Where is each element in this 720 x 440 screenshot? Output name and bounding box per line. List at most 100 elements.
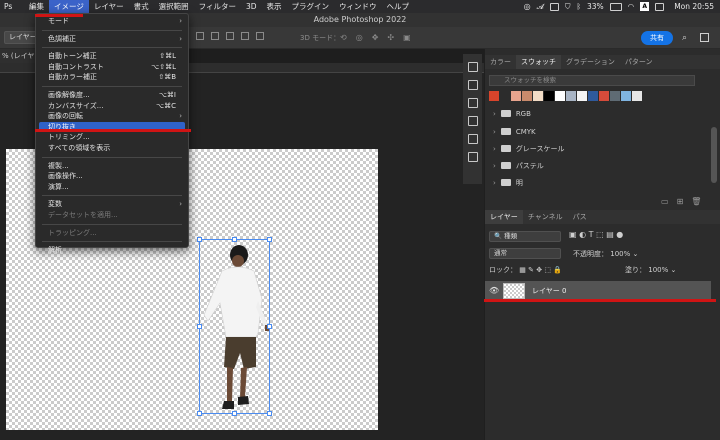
trash-icon[interactable]: 🗑 xyxy=(691,197,701,206)
tab-gradients[interactable]: グラデーション xyxy=(561,55,620,69)
user-avatar-icon[interactable]: A xyxy=(640,2,650,11)
lock-brush-icon[interactable]: ✎ xyxy=(528,266,534,274)
chevron-down-icon[interactable]: ⌄ xyxy=(670,266,676,274)
battery-icon[interactable] xyxy=(609,2,622,11)
transform-bounding-box[interactable] xyxy=(197,237,272,416)
menu-item-canvas-size[interactable]: カンバスサイズ... ⌥⌘C xyxy=(36,101,188,112)
workspace-icon[interactable] xyxy=(700,33,709,42)
lock-move-icon[interactable]: ✥ xyxy=(536,266,542,274)
control-center-icon[interactable] xyxy=(655,2,665,11)
color-swatch[interactable] xyxy=(621,91,631,101)
font-icon[interactable]: 𝓐 xyxy=(537,2,544,12)
paragraph-icon[interactable] xyxy=(467,116,478,126)
menu-item-analysis[interactable]: 解析 › xyxy=(36,245,188,256)
adjustment-filter-icon[interactable]: ◐ xyxy=(579,230,586,239)
menu-item-auto-tone[interactable]: 自動トーン補正 ⇧⌘L xyxy=(36,51,188,62)
color-swatch[interactable] xyxy=(599,91,609,101)
pan-icon[interactable]: ✥ xyxy=(372,33,379,42)
fill-value[interactable]: 100% xyxy=(648,266,668,274)
layer-filter-select[interactable]: 🔍 種類 xyxy=(489,231,561,242)
color-swatch[interactable] xyxy=(533,91,543,101)
menu-edit[interactable]: 編集 xyxy=(24,0,49,13)
swatch-folder-cmyk[interactable]: › CMYK xyxy=(493,125,536,138)
handle-tr[interactable] xyxy=(267,237,272,242)
align-right-icon[interactable] xyxy=(226,32,234,40)
properties-icon[interactable] xyxy=(467,152,478,162)
document-tab[interactable]: % (レイヤー xyxy=(0,49,40,63)
lock-transparent-icon[interactable]: ▦ xyxy=(519,266,526,274)
handle-bl[interactable] xyxy=(197,411,202,416)
menu-layer[interactable]: レイヤー xyxy=(89,0,129,13)
handle-tm[interactable] xyxy=(232,237,237,242)
layer-name[interactable]: レイヤー 0 xyxy=(532,286,566,296)
more-options-icon[interactable] xyxy=(256,32,264,40)
swatch-scrollbar[interactable] xyxy=(711,127,717,183)
bluetooth-icon[interactable]: ᛒ xyxy=(576,2,581,11)
menu-item-image-size[interactable]: 画像解像度... ⌥⌘I xyxy=(36,90,188,101)
menu-item-mode[interactable]: モード › xyxy=(36,16,188,27)
share-button[interactable]: 共有 xyxy=(641,31,673,45)
screen-icon[interactable] xyxy=(549,2,559,11)
color-swatch[interactable] xyxy=(577,91,587,101)
wifi-icon[interactable]: ◠ xyxy=(628,2,635,11)
tab-paths[interactable]: パス xyxy=(568,210,592,224)
handle-ml[interactable] xyxy=(197,324,202,329)
new-swatch-icon[interactable]: ⊞ xyxy=(677,197,684,206)
creative-cloud-icon[interactable]: ◎ xyxy=(524,2,531,11)
color-swatch[interactable] xyxy=(632,91,642,101)
color-swatch[interactable] xyxy=(566,91,576,101)
swatch-folder-rgb[interactable]: › RGB xyxy=(493,107,531,120)
tab-layers[interactable]: レイヤー xyxy=(485,210,523,224)
brush-settings-icon[interactable] xyxy=(467,80,478,90)
align-left-icon[interactable] xyxy=(196,32,204,40)
blend-mode-select[interactable]: 通常 xyxy=(489,248,561,259)
menu-item-reveal-all[interactable]: すべての領域を表示 xyxy=(36,143,188,154)
swatch-folder-light[interactable]: › 明 xyxy=(493,176,523,189)
menu-item-auto-contrast[interactable]: 自動コントラスト ⌥⇧⌘L xyxy=(36,62,188,73)
swatch-folder-grayscale[interactable]: › グレースケール xyxy=(493,142,564,155)
menu-view[interactable]: 表示 xyxy=(262,0,287,13)
menu-select[interactable]: 選択範囲 xyxy=(154,0,194,13)
pixel-filter-icon[interactable]: ▣ xyxy=(569,230,577,239)
handle-br[interactable] xyxy=(267,411,272,416)
opacity-value[interactable]: 100% xyxy=(610,250,630,258)
color-swatch[interactable] xyxy=(610,91,620,101)
eye-icon[interactable]: 👁 xyxy=(489,286,499,295)
swatch-search-input[interactable]: スウォッチを検索 xyxy=(489,75,695,86)
chevron-down-icon[interactable]: ⌄ xyxy=(632,250,638,258)
color-swatch[interactable] xyxy=(588,91,598,101)
menu-item-adjustments[interactable]: 色調補正 › xyxy=(36,34,188,45)
shield-icon[interactable]: ⛉ xyxy=(565,2,571,12)
tab-patterns[interactable]: パターン xyxy=(620,55,658,69)
color-swatch[interactable] xyxy=(555,91,565,101)
menu-image[interactable]: イメージ xyxy=(49,0,89,13)
menu-window[interactable]: ウィンドウ xyxy=(334,0,382,13)
roll-icon[interactable]: ◎ xyxy=(356,33,363,42)
menu-item-image-rotation[interactable]: 画像の回転 › xyxy=(36,111,188,122)
filter-toggle-icon[interactable]: ● xyxy=(616,230,623,239)
history-icon[interactable] xyxy=(467,62,478,72)
menu-item-variables[interactable]: 変数 › xyxy=(36,199,188,210)
swatch-folder-pastel[interactable]: › パステル xyxy=(493,159,544,172)
handle-bm[interactable] xyxy=(232,411,237,416)
color-swatch[interactable] xyxy=(544,91,554,101)
color-swatch[interactable] xyxy=(511,91,521,101)
lock-all-icon[interactable]: 🔒 xyxy=(553,266,562,274)
layer-row[interactable]: 👁 レイヤー 0 xyxy=(485,281,711,301)
handle-mr[interactable] xyxy=(267,324,272,329)
menu-item-auto-color[interactable]: 自動カラー補正 ⇧⌘B xyxy=(36,72,188,83)
menu-app[interactable]: Ps xyxy=(0,0,24,13)
color-swatch[interactable] xyxy=(500,91,510,101)
slide-icon[interactable]: ✣ xyxy=(387,33,394,42)
distribute-icon[interactable] xyxy=(241,32,249,40)
tab-channels[interactable]: チャンネル xyxy=(523,210,568,224)
menu-type[interactable]: 書式 xyxy=(129,0,154,13)
menu-item-apply-image[interactable]: 画像操作... xyxy=(36,171,188,182)
menu-help[interactable]: ヘルプ xyxy=(382,0,415,13)
tab-color[interactable]: カラー xyxy=(485,55,516,69)
lock-artboard-icon[interactable]: ⬚ xyxy=(544,266,551,274)
shape-filter-icon[interactable]: ⬚ xyxy=(596,230,604,239)
type-filter-icon[interactable]: T xyxy=(589,230,594,239)
tab-swatches[interactable]: スウォッチ xyxy=(516,55,561,69)
camera-icon[interactable]: ▣ xyxy=(403,33,411,42)
